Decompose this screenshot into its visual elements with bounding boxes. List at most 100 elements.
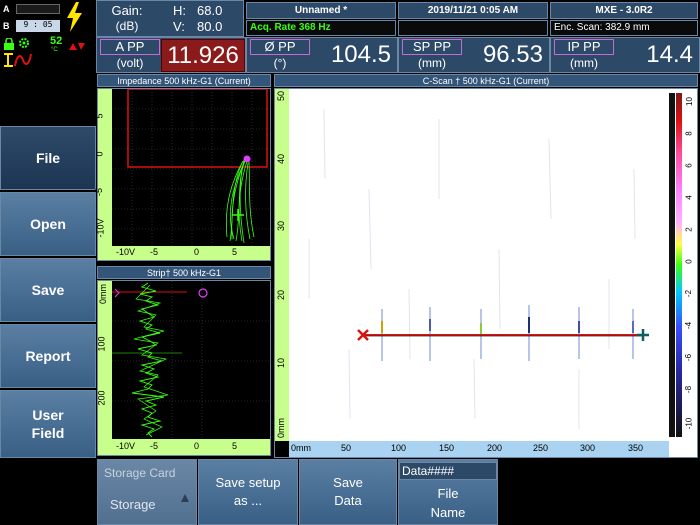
h-gain-label: H: [173, 3, 186, 18]
reading-ip-pp[interactable]: IP PP (mm) 14.4 [550, 37, 700, 73]
cscan-y-tick: 10 [276, 357, 287, 369]
bottom-empty [499, 459, 700, 525]
cscan-x-tick: 250 [533, 443, 549, 453]
reading-unit: (°) [273, 56, 287, 70]
cscan-plot [289, 89, 669, 441]
file-name-button[interactable]: Data#### File Name [398, 459, 498, 525]
probe-icon [3, 52, 33, 68]
sidebar-item-label: File [35, 150, 61, 166]
colorbar-tick: -6 [684, 353, 694, 362]
impedance-y-tick: 5 [94, 113, 105, 119]
colorbar-tick: 8 [684, 131, 694, 136]
impedance-title: Impedance 500 kHz-G1 (Current) [97, 74, 271, 87]
reading-unit: (volt) [116, 56, 144, 70]
colorbar-tick: -10 [684, 417, 694, 430]
gain-panel[interactable]: Gain: (dB) H: 68.0 V: 80.0 [96, 0, 244, 37]
storage-value: Storage [110, 497, 156, 512]
strip-y-ruler [98, 281, 112, 439]
alarm-box [127, 89, 268, 168]
cscan-panel[interactable]: 50 40 30 20 10 0mm 0mm 50 100 150 200 25… [274, 88, 698, 458]
acq-rate-bar: Acq. Rate 368 Hz [246, 20, 396, 36]
sidebar-item-open[interactable]: Open [0, 192, 96, 256]
reading-label: IP PP [554, 39, 614, 55]
battery-a-label: A [3, 4, 10, 14]
gear-icon [17, 36, 31, 50]
cscan-y-tick: 30 [276, 220, 287, 232]
save-setup-as-label: Save setup as ... [215, 475, 281, 508]
sidebar-item-label: Open [30, 216, 66, 232]
reading-unit: (mm) [570, 56, 598, 70]
strip-x-tick: -10V [116, 441, 136, 451]
sidebar-spacer [0, 74, 96, 126]
save-data-label: Save Data [333, 475, 363, 508]
signal-icon [68, 38, 86, 50]
impedance-x-tick: -10V [116, 247, 136, 257]
reading-value: 96.53 [482, 41, 543, 68]
sidebar-item-user-field[interactable]: User Field [0, 390, 96, 458]
strip-plot [112, 281, 270, 439]
impedance-y-tick: 0 [94, 151, 105, 157]
reading-a-pp[interactable]: A PP (volt) 11.926 [96, 37, 246, 73]
reading-unit: (mm) [418, 56, 446, 70]
battery-a-icon [16, 4, 60, 14]
reading-value: 14.4 [646, 41, 693, 68]
cscan-y-tick: 50 [276, 90, 287, 102]
sidebar-bottom [0, 458, 96, 525]
colorbar-tick: -2 [684, 289, 694, 298]
reading-label: SP PP [402, 39, 462, 55]
colorbar-edge [669, 93, 675, 437]
battery-b-label: B [3, 21, 10, 31]
version-bar: MXE - 3.0R2 [550, 2, 698, 19]
save-data-button[interactable]: Save Data [299, 459, 397, 525]
colorbar-tick: 2 [684, 227, 694, 232]
sidebar-item-save[interactable]: Save [0, 258, 96, 322]
reading-value: 104.5 [330, 41, 391, 68]
sidebar-item-label: User Field [31, 407, 65, 441]
strip-x-tick: -5 [150, 441, 159, 451]
strip-y-tick: 0mm [98, 284, 108, 304]
strip-x-tick: 5 [232, 441, 238, 451]
reading-label: A PP [100, 39, 160, 55]
data-filename-field[interactable]: Data#### [399, 462, 497, 480]
sidebar-item-file[interactable]: File [0, 126, 96, 190]
storage-card-label: Storage Card [104, 466, 176, 480]
lightning-icon [64, 2, 84, 32]
lock-icon [3, 37, 15, 50]
cscan-x-tick: 150 [439, 443, 455, 453]
file-name-label: File Name [430, 486, 466, 520]
status-corner: A B 9 : 05 52 °C [0, 0, 96, 74]
strip-panel[interactable]: 0mm 100 200 -10V -5 0 5 [97, 280, 271, 456]
save-setup-as-button[interactable]: Save setup as ... [198, 459, 298, 525]
strip-x-tick: 0 [194, 441, 200, 451]
cscan-y-tick: 40 [276, 153, 287, 165]
cscan-x-tick: 100 [391, 443, 407, 453]
cscan-y-ruler [275, 89, 289, 441]
sidebar-item-label: Save [31, 282, 65, 298]
cscan-y-tick: 20 [276, 289, 287, 301]
v-gain-value: 80.0 [197, 19, 223, 34]
colorbar-gradient [676, 93, 682, 437]
colorbar-tick: 0 [684, 259, 694, 264]
clock-time: 9 : 05 [16, 20, 60, 32]
reading-phase-pp[interactable]: Ø PP (°) 104.5 [246, 37, 398, 73]
colorbar-tick: 4 [684, 195, 694, 200]
storage-selector[interactable]: Storage Card Storage [97, 459, 197, 525]
sidebar-item-label: Report [25, 348, 71, 364]
cscan-x-tick: 350 [628, 443, 644, 453]
impedance-y-tick: -10V [95, 218, 106, 238]
strip-y-tick: 200 [96, 390, 107, 406]
reading-sp-pp[interactable]: SP PP (mm) 96.53 [398, 37, 550, 73]
sidebar-item-report[interactable]: Report [0, 324, 96, 388]
colorbar-tick: -4 [684, 321, 694, 330]
cscan-x-tick: 0mm [291, 443, 311, 453]
cscan-x-tick: 200 [487, 443, 503, 453]
impedance-plot [112, 89, 270, 246]
h-gain-value: 68.0 [197, 3, 223, 18]
impedance-panel[interactable]: 5 0 -5 -10V -10V -5 0 5 [94, 88, 271, 261]
strip-y-tick: 100 [96, 336, 107, 352]
reading-label: Ø PP [250, 39, 310, 55]
temperature-unit: °C [51, 47, 58, 53]
impedance-x-tick: -5 [150, 247, 159, 257]
reading-value: 11.926 [161, 39, 245, 72]
gain-unit: (dB) [115, 19, 139, 33]
